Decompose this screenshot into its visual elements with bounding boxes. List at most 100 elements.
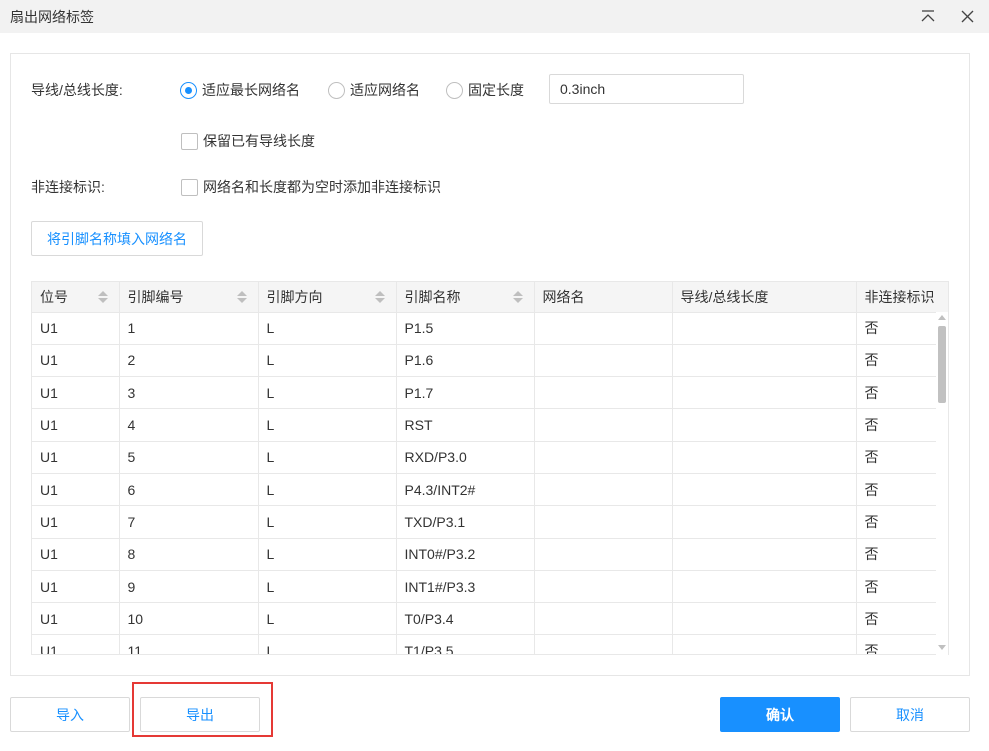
cell-pin-number: 3 xyxy=(119,376,259,410)
col-header-refdes[interactable]: 位号 xyxy=(32,282,120,313)
cell-wire-length[interactable] xyxy=(672,505,857,539)
table-row[interactable]: U1 2 L P1.6 否 xyxy=(32,344,948,378)
keep-length-label: 保留已有导线长度 xyxy=(203,133,315,149)
cell-pin-name: INT0#/P3.2 xyxy=(396,538,535,571)
import-button[interactable]: 导入 xyxy=(10,697,130,732)
noconnect-check-label: 网络名和长度都为空时添加非连接标识 xyxy=(203,179,441,195)
table-scrollbar[interactable] xyxy=(936,312,948,655)
cell-refdes: U1 xyxy=(32,441,120,474)
cell-net-name[interactable] xyxy=(534,408,673,442)
cell-pin-number: 8 xyxy=(119,538,259,571)
cell-pin-direction: L xyxy=(258,344,397,378)
cell-pin-direction: L xyxy=(258,602,397,636)
cell-wire-length[interactable] xyxy=(672,602,857,636)
radio-netname[interactable]: 适应网络名 xyxy=(328,80,420,100)
collapse-icon[interactable] xyxy=(917,6,939,28)
cell-pin-direction: L xyxy=(258,473,397,507)
cell-wire-length[interactable] xyxy=(672,344,857,378)
radio-checked-icon xyxy=(180,81,197,99)
cell-pin-direction: L xyxy=(258,538,397,571)
col-header-pin-number[interactable]: 引脚编号 xyxy=(119,282,259,313)
cell-net-name[interactable] xyxy=(534,602,673,636)
cell-pin-number: 6 xyxy=(119,473,259,507)
cell-pin-name: RXD/P3.0 xyxy=(396,441,535,474)
cell-pin-name: INT1#/P3.3 xyxy=(396,570,535,604)
noconnect-checkbox[interactable]: 网络名和长度都为空时添加非连接标识 xyxy=(181,177,441,197)
window-title: 扇出网络标签 xyxy=(10,9,94,25)
cell-refdes: U1 xyxy=(32,570,120,604)
table-row[interactable]: U1 10 L T0/P3.4 否 xyxy=(32,602,948,636)
confirm-button[interactable]: 确认 xyxy=(720,697,840,732)
cell-pin-number: 2 xyxy=(119,344,259,378)
cell-pin-direction: L xyxy=(258,634,397,654)
cell-wire-length[interactable] xyxy=(672,312,857,345)
close-icon[interactable] xyxy=(956,6,978,28)
cell-net-name[interactable] xyxy=(534,376,673,410)
cell-wire-length[interactable] xyxy=(672,538,857,571)
cell-pin-name: P1.6 xyxy=(396,344,535,378)
cell-pin-number: 9 xyxy=(119,570,259,604)
cell-refdes: U1 xyxy=(32,344,120,378)
table-row[interactable]: U1 3 L P1.7 否 xyxy=(32,376,948,410)
keep-length-checkbox[interactable]: 保留已有导线长度 xyxy=(181,131,315,151)
table-row[interactable]: U1 7 L TXD/P3.1 否 xyxy=(32,505,948,539)
cell-pin-number: 7 xyxy=(119,505,259,539)
table-header-row: 位号 引脚编号 引脚方向 引脚名称 网络名 导线/总线长度 非连接标识 xyxy=(32,282,948,313)
col-header-pin-direction[interactable]: 引脚方向 xyxy=(258,282,397,313)
scroll-thumb[interactable] xyxy=(938,326,946,403)
cell-net-name[interactable] xyxy=(534,344,673,378)
cell-refdes: U1 xyxy=(32,538,120,571)
table-row[interactable]: U1 8 L INT0#/P3.2 否 xyxy=(32,538,948,571)
length-label: 导线/总线长度: xyxy=(31,82,123,98)
col-header-noconnect[interactable]: 非连接标识 xyxy=(856,282,948,313)
radio-fixed-label: 固定长度 xyxy=(468,82,524,98)
radio-longest-label: 适应最长网络名 xyxy=(202,82,300,98)
radio-unchecked-icon xyxy=(446,81,463,99)
cell-net-name[interactable] xyxy=(534,473,673,507)
sort-icon xyxy=(97,291,108,303)
fixed-length-input[interactable] xyxy=(549,74,744,104)
fill-pin-name-button[interactable]: 将引脚名称填入网络名 xyxy=(31,221,203,256)
scroll-down-icon[interactable] xyxy=(938,645,946,650)
cell-refdes: U1 xyxy=(32,602,120,636)
cell-wire-length[interactable] xyxy=(672,408,857,442)
radio-fixed-length[interactable]: 固定长度 xyxy=(446,80,524,100)
scroll-up-icon[interactable] xyxy=(938,315,946,320)
cell-net-name[interactable] xyxy=(534,570,673,604)
cell-refdes: U1 xyxy=(32,312,120,345)
table-row[interactable]: U1 9 L INT1#/P3.3 否 xyxy=(32,570,948,604)
table-row[interactable]: U1 4 L RST 否 xyxy=(32,408,948,442)
col-header-wire-length[interactable]: 导线/总线长度 xyxy=(672,282,857,313)
cancel-button[interactable]: 取消 xyxy=(850,697,970,732)
cell-wire-length[interactable] xyxy=(672,570,857,604)
cell-pin-number: 11 xyxy=(119,634,259,654)
table-row[interactable]: U1 11 L T1/P3.5 否 xyxy=(32,634,948,654)
checkbox-icon xyxy=(181,132,198,150)
col-header-pin-name[interactable]: 引脚名称 xyxy=(396,282,535,313)
cell-net-name[interactable] xyxy=(534,505,673,539)
cell-wire-length[interactable] xyxy=(672,441,857,474)
table-row[interactable]: U1 1 L P1.5 否 xyxy=(32,312,948,345)
cell-pin-name: T1/P3.5 xyxy=(396,634,535,654)
cell-net-name[interactable] xyxy=(534,441,673,474)
cell-net-name[interactable] xyxy=(534,634,673,654)
radio-longest-netname[interactable]: 适应最长网络名 xyxy=(180,80,300,100)
export-button[interactable]: 导出 xyxy=(140,697,260,732)
cell-pin-direction: L xyxy=(258,312,397,345)
col-header-net-name[interactable]: 网络名 xyxy=(534,282,673,313)
cell-net-name[interactable] xyxy=(534,312,673,345)
cell-wire-length[interactable] xyxy=(672,376,857,410)
radio-unchecked-icon xyxy=(328,81,345,99)
cell-pin-number: 10 xyxy=(119,602,259,636)
cell-refdes: U1 xyxy=(32,408,120,442)
cell-pin-number: 5 xyxy=(119,441,259,474)
table-row[interactable]: U1 6 L P4.3/INT2# 否 xyxy=(32,473,948,507)
sort-icon xyxy=(236,291,247,303)
cell-net-name[interactable] xyxy=(534,538,673,571)
cell-wire-length[interactable] xyxy=(672,634,857,654)
table-row[interactable]: U1 5 L RXD/P3.0 否 xyxy=(32,441,948,474)
checkbox-icon xyxy=(181,178,198,196)
cell-wire-length[interactable] xyxy=(672,473,857,507)
cell-pin-name: RST xyxy=(396,408,535,442)
cell-pin-direction: L xyxy=(258,376,397,410)
